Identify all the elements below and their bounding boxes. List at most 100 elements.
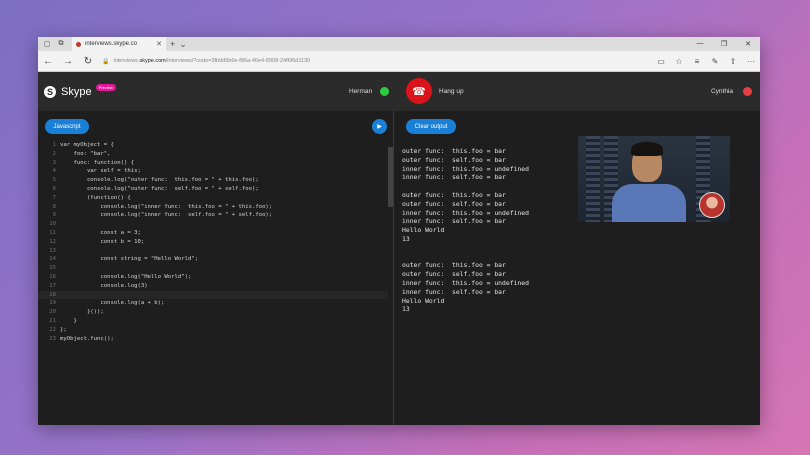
code-line[interactable]: 6 console.log("outer func: self.foo = " …: [38, 185, 388, 194]
busy-status-icon: [743, 87, 752, 96]
phone-icon: ☎: [412, 85, 426, 98]
output-line: outer func: this.foo = bar: [402, 261, 506, 270]
star-icon[interactable]: ☆: [670, 57, 688, 66]
page-icon[interactable]: ▢: [42, 39, 52, 49]
code-text: var myObject = {: [60, 142, 114, 148]
play-icon: ▶: [377, 124, 382, 130]
skype-logo: S Skype Preview: [44, 84, 116, 98]
line-number: 14: [49, 256, 56, 263]
self-view-avatar[interactable]: [699, 192, 725, 218]
clear-output-button[interactable]: Clear output: [406, 119, 456, 134]
caller-hair: [631, 142, 663, 156]
close-icon[interactable]: ✕: [156, 40, 162, 48]
run-button[interactable]: ▶: [372, 119, 387, 134]
code-text: }: [60, 317, 77, 324]
code-line[interactable]: 11 const a = 3;: [38, 229, 388, 238]
browser-window: ▢ ⧉ interviews.skype.co ✕ + ⌄ — ❐ ✕ ← → …: [38, 37, 760, 425]
code-text: console.log("outer func: this.foo = " + …: [60, 177, 259, 184]
code-line[interactable]: 7 (function() {: [38, 194, 388, 203]
code-line[interactable]: 16 console.log("Hello World");: [38, 273, 388, 282]
line-number: 23: [49, 335, 56, 342]
restore-icon[interactable]: ❐: [712, 40, 736, 48]
minimize-icon[interactable]: —: [688, 40, 712, 48]
code-line[interactable]: 1 var myObject = {: [38, 141, 388, 150]
code-text: func: function() {: [60, 159, 135, 166]
output-line: outer func: self.foo = bar: [402, 155, 506, 164]
language-select-button[interactable]: Javascript: [45, 119, 89, 134]
code-text: foo: "bar",: [60, 150, 111, 157]
tab-favicon-icon: [76, 41, 81, 47]
address-bar[interactable]: 🔒 interviews. skype.com/interviews/?code=…: [98, 54, 652, 68]
tabs-icon[interactable]: ⧉: [56, 39, 66, 49]
code-line[interactable]: 21 }: [38, 317, 388, 326]
more-icon[interactable]: ···: [742, 57, 760, 66]
participant-herman: Herman: [349, 72, 390, 111]
reading-view-icon[interactable]: ▭: [652, 57, 670, 66]
forward-icon[interactable]: →: [58, 56, 78, 67]
code-line[interactable]: 12 const b = 10;: [38, 238, 388, 247]
output-pane: Clear output outer func: this.foo = bar o…: [394, 111, 760, 425]
chevron-down-icon[interactable]: ⌄: [179, 39, 187, 50]
code-line[interactable]: 8 console.log("inner func: this.foo = " …: [38, 203, 388, 212]
code-line[interactable]: 10: [38, 220, 388, 229]
code-line[interactable]: 17 console.log(3): [38, 282, 388, 291]
line-number: 5: [52, 177, 56, 184]
code-line[interactable]: 22};: [38, 326, 388, 335]
editor-scrollbar[interactable]: [388, 147, 393, 207]
code-line[interactable]: 20 }());: [38, 308, 388, 317]
share-icon[interactable]: ⇪: [724, 57, 742, 66]
lock-icon: 🔒: [102, 58, 110, 65]
output-line: Hello World: [402, 226, 445, 235]
code-line[interactable]: 9 console.log("inner func: self.foo = " …: [38, 211, 388, 220]
window-controls: — ❐ ✕: [688, 40, 760, 48]
refresh-icon[interactable]: ↻: [78, 56, 98, 67]
code-text: const b = 10;: [60, 238, 145, 245]
code-text: console.log("inner func: self.foo = " + …: [60, 212, 273, 219]
plus-icon[interactable]: +: [170, 39, 175, 49]
close-window-icon[interactable]: ✕: [736, 40, 760, 48]
video-feed[interactable]: [578, 136, 730, 222]
line-number: 6: [52, 185, 56, 192]
code-line[interactable]: 15: [38, 264, 388, 273]
output-line: inner func: this.foo = undefined: [402, 208, 529, 217]
participant-name: Herman: [349, 88, 373, 95]
line-number: 9: [52, 212, 56, 219]
code-line[interactable]: 13: [38, 247, 388, 256]
hub-icon[interactable]: ≡: [688, 57, 706, 66]
code-line[interactable]: 3 func: function() {: [38, 159, 388, 168]
output-line: 13: [402, 305, 410, 314]
code-text: console.log(3): [60, 282, 148, 289]
line-number: 19: [49, 300, 56, 307]
output-line: outer func: self.foo = bar: [402, 270, 506, 279]
hang-up-button[interactable]: ☎: [406, 78, 432, 104]
back-icon[interactable]: ←: [38, 56, 58, 67]
browser-tab[interactable]: interviews.skype.co ✕: [72, 37, 166, 51]
code-line[interactable]: 19 console.log(a + b);: [38, 299, 388, 308]
output-console: outer func: this.foo = bar outer func: se…: [402, 147, 529, 314]
note-icon[interactable]: ✎: [706, 57, 724, 66]
browser-tools: ▭ ☆ ≡ ✎ ⇪ ···: [652, 57, 760, 66]
line-number: 2: [52, 150, 56, 157]
output-line: outer func: this.foo = bar: [402, 147, 506, 155]
code-text: const a = 3;: [60, 229, 141, 236]
code-editor[interactable]: Javascript ▶ 1 var myObject = {2 foo: "ba…: [38, 111, 394, 425]
code-text: console.log("Hello World");: [60, 273, 192, 280]
code-lines[interactable]: 1 var myObject = {2 foo: "bar", 3 func: fu…: [38, 141, 388, 343]
preview-badge: Preview: [95, 84, 116, 91]
line-number: 10: [49, 221, 56, 228]
code-line[interactable]: 23 myObject.func();: [38, 335, 388, 344]
output-line: outer func: this.foo = bar: [402, 190, 506, 199]
code-line[interactable]: 4 var self = this;: [38, 167, 388, 176]
address-bar-row: ← → ↻ 🔒 interviews. skype.com/interviews/…: [38, 51, 760, 72]
output-line: outer func: self.foo = bar: [402, 199, 506, 208]
code-line[interactable]: 18: [38, 290, 388, 300]
output-line: inner func: this.foo = undefined: [402, 278, 529, 287]
url-rest: /interviews/?code=3fb9d5b6e-f86a-40e4-89…: [165, 58, 311, 64]
code-line[interactable]: 14 const string = "Hello World";: [38, 255, 388, 264]
caller-body: [612, 184, 686, 222]
code-line[interactable]: 5 console.log("outer func: this.foo = " …: [38, 176, 388, 185]
code-line[interactable]: 2 foo: "bar",: [38, 150, 388, 159]
code-text: const string = "Hello World";: [60, 256, 199, 263]
output-line: inner func: this.foo = undefined: [402, 164, 529, 173]
